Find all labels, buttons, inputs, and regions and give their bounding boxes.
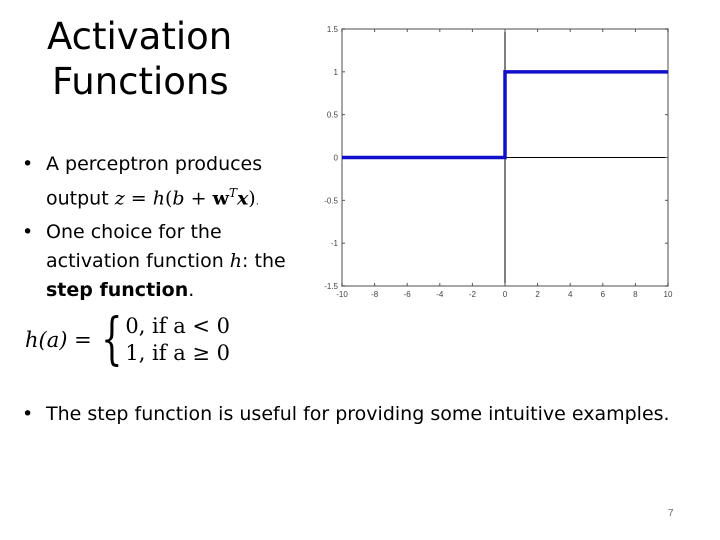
y-tick-label: 0.5 xyxy=(327,111,339,120)
x-tick-label: -4 xyxy=(436,290,444,299)
y-tick-label: -0.5 xyxy=(324,196,338,205)
x-tick-label: 10 xyxy=(664,290,673,299)
x-tick-label: 8 xyxy=(633,290,638,299)
x-tick-label: 2 xyxy=(535,290,540,299)
series-line-step-function xyxy=(342,70,668,160)
y-tick-label: -1.5 xyxy=(324,282,338,291)
x-tick-label: 0 xyxy=(503,290,508,299)
x-tick-label: 4 xyxy=(568,290,573,299)
x-tick-label: -6 xyxy=(404,290,412,299)
step-function-chart: -10 -8 -6 -4 -2 0 2 4 6 8 10 -1.5 -1 -0.5 0 0.5 1 1.5 xyxy=(324,25,673,299)
x-tick-label: -10 xyxy=(336,290,348,299)
x-tick-label: -8 xyxy=(371,290,379,299)
y-tick-label: -1 xyxy=(331,239,339,248)
y-tick-label: 1.5 xyxy=(327,25,339,34)
x-tick-label: 6 xyxy=(601,290,606,299)
x-tick-label: -2 xyxy=(469,290,477,299)
y-tick-label: 0 xyxy=(334,154,339,163)
y-tick-label: 1 xyxy=(334,68,339,77)
